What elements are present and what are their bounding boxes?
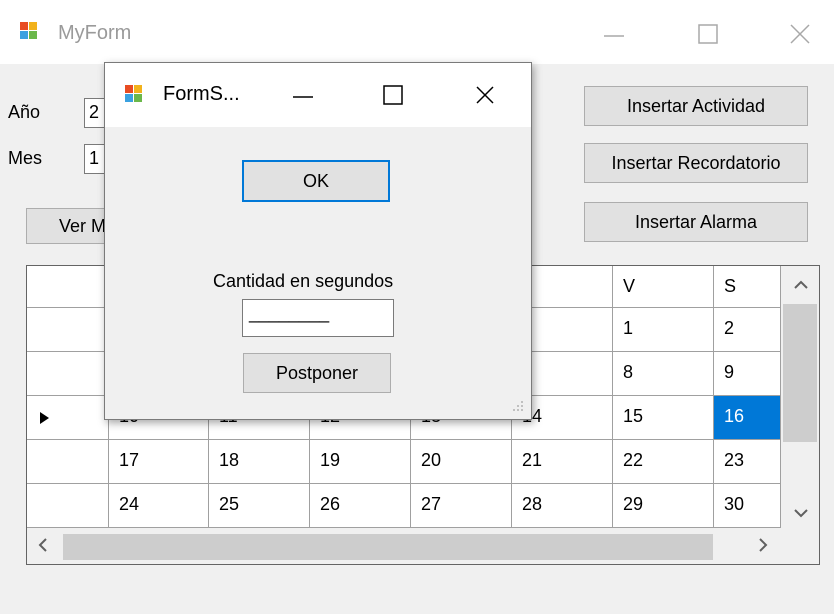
vertical-scroll-thumb[interactable] bbox=[783, 304, 817, 442]
minimize-icon bbox=[604, 35, 624, 37]
window-title: MyForm bbox=[58, 22, 132, 44]
dialog-maximize-button[interactable] bbox=[373, 79, 413, 109]
dialog-minimize-button[interactable] bbox=[283, 79, 323, 109]
chevron-right-icon[interactable] bbox=[759, 538, 769, 556]
app-form-icon bbox=[20, 22, 38, 40]
maximize-button[interactable] bbox=[688, 18, 728, 48]
month-label: Mes bbox=[8, 148, 43, 168]
grid-cell[interactable]: 18 bbox=[209, 440, 310, 484]
insert-alarm-button[interactable]: Insertar Alarma bbox=[584, 202, 808, 242]
grid-cell[interactable]: 8 bbox=[613, 352, 714, 396]
forms-dialog[interactable]: FormS... OK Cantidad en segundos _______… bbox=[104, 62, 532, 420]
row-header[interactable] bbox=[27, 440, 109, 484]
column-header-s[interactable]: S bbox=[714, 266, 781, 308]
grid-cell-selected[interactable]: 16 bbox=[714, 396, 781, 440]
grid-cell[interactable]: 30 bbox=[714, 484, 781, 528]
dialog-titlebar[interactable]: FormS... bbox=[105, 63, 531, 127]
app-form-icon bbox=[125, 85, 143, 103]
grid-cell[interactable]: 27 bbox=[411, 484, 512, 528]
chevron-left-icon[interactable] bbox=[37, 538, 47, 556]
dialog-title: FormS... bbox=[163, 83, 240, 105]
grid-cell[interactable]: 21 bbox=[512, 440, 613, 484]
grid-cell[interactable]: 1 bbox=[613, 308, 714, 352]
grid-cell[interactable]: 28 bbox=[512, 484, 613, 528]
chevron-up-icon[interactable] bbox=[794, 276, 808, 293]
postpone-button[interactable]: Postponer bbox=[243, 353, 391, 393]
grid-cell[interactable]: 19 bbox=[310, 440, 411, 484]
row-header[interactable] bbox=[27, 308, 109, 352]
horizontal-scroll-thumb[interactable] bbox=[63, 534, 713, 560]
insert-activity-button[interactable]: Insertar Actividad bbox=[584, 86, 808, 126]
grid-cell[interactable]: 9 bbox=[714, 352, 781, 396]
dialog-close-button[interactable] bbox=[465, 79, 505, 109]
maximize-icon bbox=[383, 85, 403, 105]
grid-cell[interactable]: 22 bbox=[613, 440, 714, 484]
scroll-corner bbox=[781, 528, 819, 564]
minimize-button[interactable] bbox=[594, 18, 634, 48]
column-header-v[interactable]: V bbox=[613, 266, 714, 308]
grid-cell[interactable]: 15 bbox=[613, 396, 714, 440]
row-header[interactable] bbox=[27, 352, 109, 396]
close-button[interactable] bbox=[780, 18, 820, 48]
quantity-label: Cantidad en segundos bbox=[213, 271, 394, 291]
grid-cell[interactable]: 29 bbox=[613, 484, 714, 528]
close-icon bbox=[790, 24, 810, 44]
resize-grip-icon[interactable] bbox=[511, 399, 525, 413]
seconds-input[interactable]: ________ bbox=[242, 299, 394, 337]
grid-cell[interactable]: 23 bbox=[714, 440, 781, 484]
grid-corner-header bbox=[27, 266, 109, 308]
grid-cell[interactable]: 2 bbox=[714, 308, 781, 352]
maximize-icon bbox=[698, 24, 718, 44]
grid-cell[interactable]: 17 bbox=[109, 440, 209, 484]
grid-cell[interactable]: 24 bbox=[109, 484, 209, 528]
ok-button[interactable]: OK bbox=[242, 160, 390, 202]
insert-reminder-button[interactable]: Insertar Recordatorio bbox=[584, 143, 808, 183]
grid-cell[interactable]: 25 bbox=[209, 484, 310, 528]
year-label: Año bbox=[8, 102, 41, 122]
row-pointer-icon bbox=[40, 412, 49, 424]
minimize-icon bbox=[293, 96, 313, 98]
grid-cell[interactable]: 26 bbox=[310, 484, 411, 528]
row-header-current[interactable] bbox=[27, 396, 109, 440]
row-header[interactable] bbox=[27, 484, 109, 528]
main-titlebar[interactable]: MyForm bbox=[0, 0, 834, 64]
chevron-down-icon[interactable] bbox=[794, 506, 808, 523]
close-icon bbox=[476, 86, 494, 104]
grid-cell[interactable]: 20 bbox=[411, 440, 512, 484]
